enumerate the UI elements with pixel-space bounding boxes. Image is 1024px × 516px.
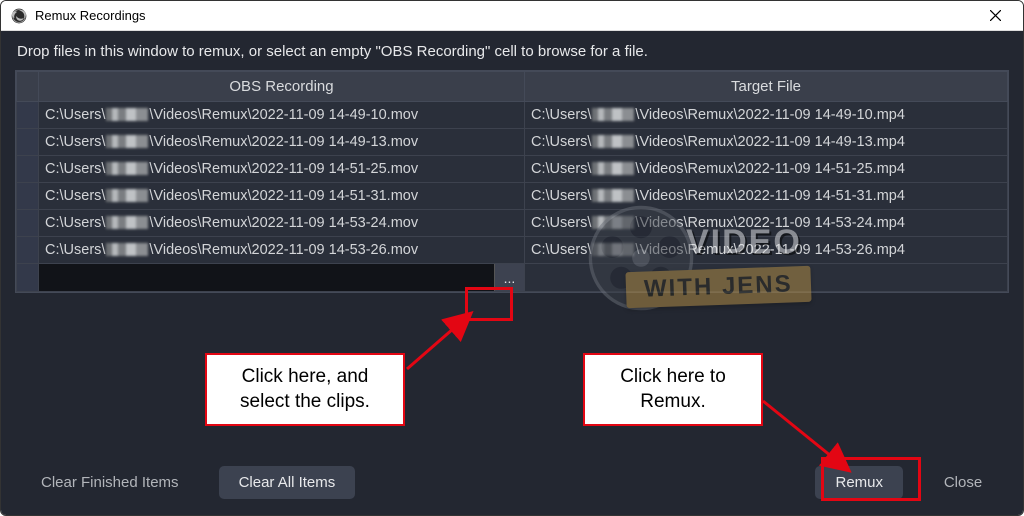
obs-recording-cell[interactable]: C:\Users\ \Videos\Remux\2022-11-09 14-51-… [39,183,525,210]
path-tail: 2022-11-09 14-51-25.mov [252,161,419,177]
remux-table: OBS Recording Target File C:\Users\ \Vide… [15,70,1009,293]
target-file-cell[interactable]: C:\Users\ \Videos\Remux\2022-11-09 14-51-… [525,183,1008,210]
window-title: Remux Recordings [35,8,975,23]
table-row: C:\Users\\Videos\Remux\2022-11-09 14-53-… [17,210,1008,237]
window-controls [975,2,1015,30]
path-tail: 2022-11-09 14-49-13.mov [252,134,419,150]
path-prefix: C:\Users\ [531,107,591,123]
instruction-text: Drop files in this window to remux, or s… [15,41,1009,70]
path-prefix: C:\Users\ [45,242,105,258]
obs-recording-cell[interactable]: C:\Users\ \Videos\Remux\2022-11-09 14-51-… [39,156,525,183]
path-prefix: C:\Users\ [531,242,591,258]
path-tail: 2022-11-09 14-51-31.mp4 [738,188,905,204]
path-mid: \Videos\Remux\ [149,134,251,150]
table-row: C:\Users\\Videos\Remux\2022-11-09 14-51-… [17,183,1008,210]
obs-recording-empty-cell[interactable]: ... [39,264,525,292]
path-mid: \Videos\Remux\ [635,242,737,258]
path-mid: \Videos\Remux\ [635,107,737,123]
path-tail: 2022-11-09 14-49-10.mov [252,107,419,123]
target-file-cell[interactable]: C:\Users\ \Videos\Remux\2022-11-09 14-53-… [525,210,1008,237]
target-file-cell[interactable]: C:\Users\ \Videos\Remux\2022-11-09 14-49-… [525,102,1008,129]
path-tail: 2022-11-09 14-49-13.mp4 [738,134,905,150]
obs-recording-input[interactable] [39,264,494,291]
table-row: C:\Users\\Videos\Remux\2022-11-09 14-49-… [17,129,1008,156]
row-handle-header [17,72,39,102]
path-prefix: C:\Users\ [45,188,105,204]
obs-recording-cell[interactable]: C:\Users\ \Videos\Remux\2022-11-09 14-49-… [39,129,525,156]
titlebar: Remux Recordings [1,1,1023,31]
path-prefix: C:\Users\ [45,107,105,123]
row-handle[interactable] [17,264,39,292]
redacted-username [592,108,634,121]
redacted-username [106,243,148,256]
dialog-body: Drop files in this window to remux, or s… [1,31,1023,515]
button-bar: Clear Finished Items Clear All Items Rem… [15,452,1009,515]
close-button[interactable] [975,2,1015,30]
row-handle[interactable] [17,102,39,129]
row-handle[interactable] [17,183,39,210]
row-handle[interactable] [17,237,39,264]
target-file-empty-cell[interactable] [525,264,1008,292]
table-row: C:\Users\\Videos\Remux\2022-11-09 14-49-… [17,102,1008,129]
annotation-callout-browse: Click here, and select the clips. [205,353,405,426]
path-tail: 2022-11-09 14-53-26.mp4 [738,242,905,258]
redacted-username [592,135,634,148]
target-file-cell[interactable]: C:\Users\ \Videos\Remux\2022-11-09 14-51-… [525,156,1008,183]
path-mid: \Videos\Remux\ [635,134,737,150]
redacted-username [106,135,148,148]
obs-recording-cell[interactable]: C:\Users\ \Videos\Remux\2022-11-09 14-49-… [39,102,525,129]
path-mid: \Videos\Remux\ [149,107,251,123]
path-prefix: C:\Users\ [531,134,591,150]
obs-recording-cell[interactable]: C:\Users\ \Videos\Remux\2022-11-09 14-53-… [39,210,525,237]
row-handle[interactable] [17,156,39,183]
path-tail: 2022-11-09 14-53-26.mov [252,242,419,258]
path-prefix: C:\Users\ [531,215,591,231]
redacted-username [592,189,634,202]
clear-finished-button[interactable]: Clear Finished Items [21,466,199,499]
path-mid: \Videos\Remux\ [149,242,251,258]
browse-button[interactable]: ... [494,264,524,291]
table-row: C:\Users\\Videos\Remux\2022-11-09 14-53-… [17,237,1008,264]
annotation-arrow-browse [401,295,491,375]
remux-window: Remux Recordings Drop files in this wind… [0,0,1024,516]
path-mid: \Videos\Remux\ [149,215,251,231]
path-mid: \Videos\Remux\ [635,188,737,204]
redacted-username [106,162,148,175]
target-file-cell[interactable]: C:\Users\ \Videos\Remux\2022-11-09 14-49-… [525,129,1008,156]
path-tail: 2022-11-09 14-49-10.mp4 [738,107,905,123]
redacted-username [592,216,634,229]
target-file-header[interactable]: Target File [525,72,1008,102]
remux-button[interactable]: Remux [815,466,903,499]
path-mid: \Videos\Remux\ [149,161,251,177]
path-tail: 2022-11-09 14-53-24.mov [252,215,419,231]
path-prefix: C:\Users\ [45,134,105,150]
redacted-username [592,243,634,256]
redacted-username [106,189,148,202]
obs-recording-header[interactable]: OBS Recording [39,72,525,102]
close-dialog-button[interactable]: Close [923,466,1003,499]
redacted-username [106,216,148,229]
row-handle[interactable] [17,129,39,156]
empty-row: ... [17,264,1008,292]
path-tail: 2022-11-09 14-51-31.mov [252,188,419,204]
path-tail: 2022-11-09 14-51-25.mp4 [738,161,905,177]
redacted-username [592,162,634,175]
path-prefix: C:\Users\ [45,215,105,231]
target-file-cell[interactable]: C:\Users\ \Videos\Remux\2022-11-09 14-53-… [525,237,1008,264]
path-mid: \Videos\Remux\ [149,188,251,204]
path-prefix: C:\Users\ [45,161,105,177]
clear-all-button[interactable]: Clear All Items [219,466,356,499]
obs-app-icon [11,8,27,24]
path-prefix: C:\Users\ [531,161,591,177]
path-prefix: C:\Users\ [531,188,591,204]
obs-recording-cell[interactable]: C:\Users\ \Videos\Remux\2022-11-09 14-53-… [39,237,525,264]
table-row: C:\Users\\Videos\Remux\2022-11-09 14-51-… [17,156,1008,183]
path-tail: 2022-11-09 14-53-24.mp4 [738,215,905,231]
redacted-username [106,108,148,121]
annotation-callout-remux: Click here to Remux. [583,353,763,426]
path-mid: \Videos\Remux\ [635,161,737,177]
path-mid: \Videos\Remux\ [635,215,737,231]
row-handle[interactable] [17,210,39,237]
